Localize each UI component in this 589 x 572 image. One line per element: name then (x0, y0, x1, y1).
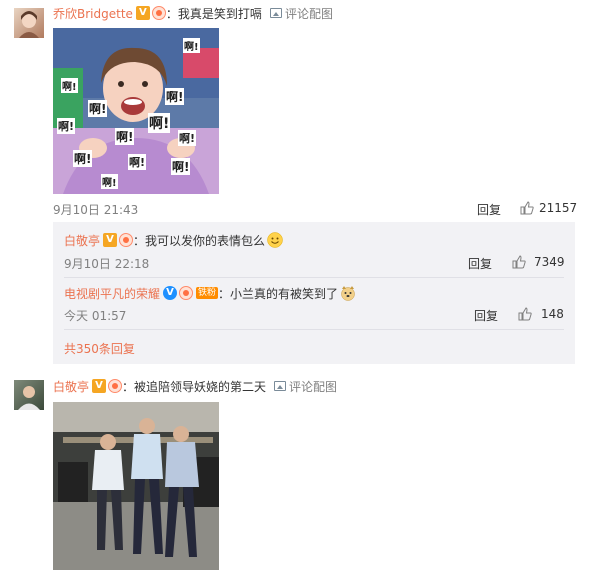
reaction-text-2: 啊! (88, 100, 108, 117)
avatar-image (19, 11, 39, 38)
tiefen-badge: 铁粉 (196, 287, 219, 299)
comment-date: 9月10日 21:43 (53, 203, 139, 217)
picture-icon (274, 381, 287, 391)
office-photo-drawing (53, 402, 219, 570)
reply-username[interactable]: 白敬亭 (64, 232, 100, 249)
verified-badge-icon: V (135, 6, 150, 20)
reaction-text-9: 啊! (171, 158, 191, 175)
thumbs-up-icon[interactable] (512, 255, 526, 269)
picture-icon (269, 8, 282, 18)
avatar-qiaoxin[interactable] (14, 8, 44, 38)
verified-badge-icon: V (103, 233, 118, 247)
comment-text: ：我真是笑到打嗝 (165, 6, 262, 21)
reaction-text-12: 啊! (57, 118, 76, 134)
reply-date: 今天 01:57 (64, 309, 127, 323)
reaction-text-3: 啊! (165, 88, 185, 105)
avatar-baijingting[interactable] (14, 380, 44, 410)
smile-emoji-icon (267, 232, 283, 248)
reply-text: ：我可以发你的表情包么 (133, 233, 266, 248)
reaction-text-11: 啊! (183, 38, 200, 53)
dog-emoji-icon (341, 286, 355, 301)
more-replies-link[interactable]: 共350条回复 (64, 340, 135, 357)
reaction-text-6: 啊! (178, 130, 197, 146)
thumbs-up-icon[interactable] (518, 307, 532, 321)
comment-2-header: 白敬亭 V ：被追陪领导妖娆的第二天 评论配图 (53, 378, 337, 394)
reply-reply-button[interactable]: 回复 (468, 255, 492, 272)
reaction-text-1: 啊! (61, 78, 78, 93)
comment-1-header: 乔欣Bridgette V ：我真是笑到打嗝 评论配图 (53, 5, 333, 21)
comment-image-office-photo[interactable] (53, 402, 219, 570)
reply-reply-button[interactable]: 回复 (474, 307, 498, 324)
reply-date: 9月10日 22:18 (64, 257, 150, 271)
reply-2-header: 电视剧平凡的荣耀 V 铁粉 ：小兰真的有被笑到了 (64, 285, 356, 301)
reaction-text-7: 啊! (73, 150, 93, 167)
comment-text: ：被追陪领导妖娆的第二天 (122, 379, 267, 394)
reply-like-count: 7349 (534, 255, 565, 269)
blue-verified-badge-icon: V (163, 286, 178, 300)
reply-username[interactable]: 电视剧平凡的荣耀 (64, 285, 160, 302)
verified-badge-icon: V (92, 379, 107, 393)
reaction-text-4: 啊! (148, 113, 171, 133)
comment-username[interactable]: 乔欣Bridgette (53, 5, 133, 22)
comment-pic-link[interactable]: 评论配图 (289, 378, 337, 395)
comment-like-count: 21157 (539, 201, 578, 215)
avatar-image (18, 386, 40, 410)
reply-divider (64, 329, 564, 330)
fan-badge-icon (119, 233, 134, 247)
reaction-text-10: 啊! (101, 174, 118, 189)
reply-divider (64, 277, 564, 278)
fan-badge-icon (108, 379, 123, 393)
thumbs-up-icon[interactable] (520, 201, 534, 215)
reply-like-count: 148 (541, 307, 564, 321)
comment-reply-button[interactable]: 回复 (477, 201, 501, 218)
reaction-text-5: 啊! (115, 128, 135, 145)
reply-text: ：小兰真的有被笑到了 (218, 286, 339, 301)
fan-badge-icon (179, 286, 194, 300)
fan-badge-icon (151, 6, 166, 20)
comment-username[interactable]: 白敬亭 (53, 378, 89, 395)
reaction-text-8: 啊! (128, 154, 147, 170)
reply-1-header: 白敬亭 V ：我可以发你的表情包么 (64, 232, 283, 248)
comment-image-reaction[interactable]: 啊! 啊! 啊! 啊! 啊! 啊! 啊! 啊! 啊! 啊! 啊! 啊! (53, 28, 219, 194)
comment-pic-link[interactable]: 评论配图 (285, 5, 333, 22)
